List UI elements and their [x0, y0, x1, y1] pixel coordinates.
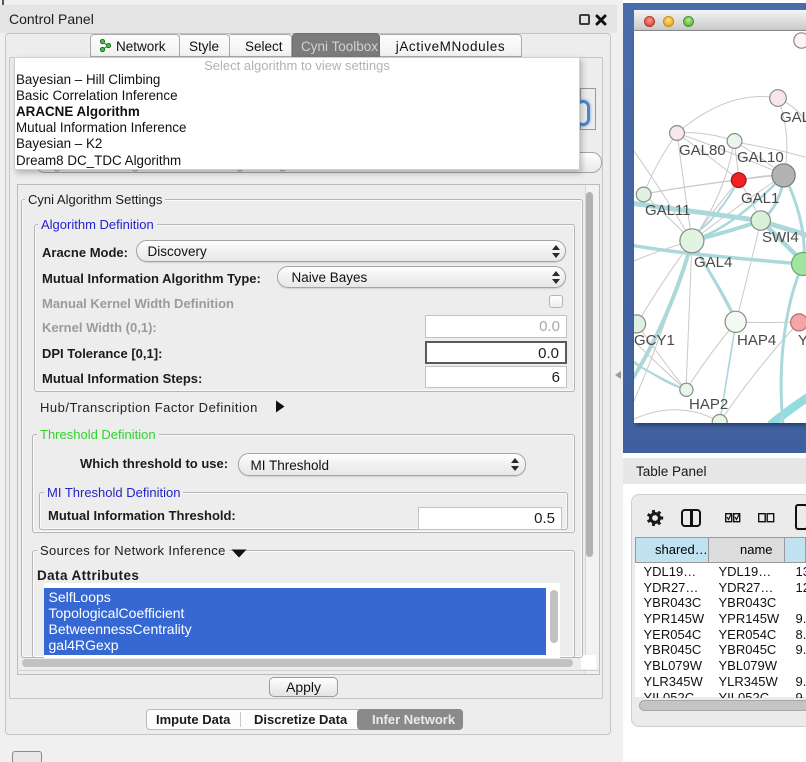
svg-text:GCY1: GCY1 — [634, 332, 675, 349]
svg-text:GAL80: GAL80 — [679, 142, 726, 159]
svg-text:Y: Y — [798, 332, 806, 349]
svg-text:HAP4: HAP4 — [737, 332, 776, 349]
svg-text:SWI4: SWI4 — [762, 229, 799, 246]
svg-text:GAL11: GAL11 — [645, 202, 691, 219]
svg-text:HAP2: HAP2 — [689, 396, 728, 413]
svg-text:GAL4: GAL4 — [694, 254, 732, 271]
svg-text:GAL7: GAL7 — [780, 109, 806, 126]
svg-text:GAL10: GAL10 — [737, 149, 784, 166]
svg-text:GAL1: GAL1 — [741, 190, 779, 207]
